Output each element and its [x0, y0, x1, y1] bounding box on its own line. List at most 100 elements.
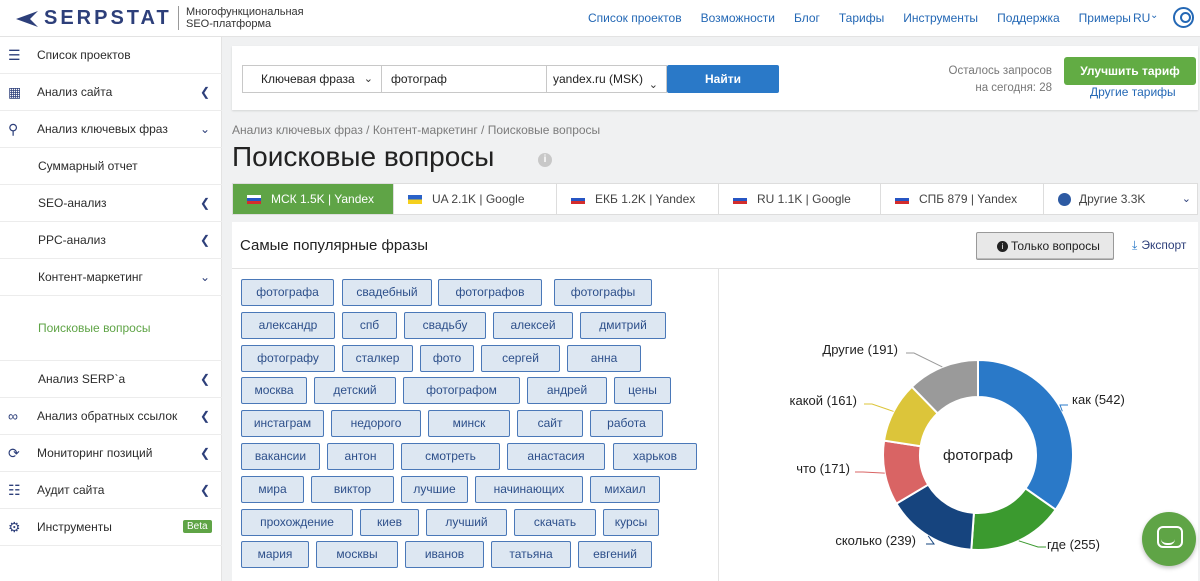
nav-tools[interactable]: Инструменты: [903, 11, 978, 25]
phrase-chip[interactable]: фотографом: [403, 377, 520, 405]
other-plans-link[interactable]: Другие тарифы: [1090, 85, 1176, 99]
phrase-chip[interactable]: мария: [241, 541, 309, 569]
sidebar: ☰ Список проектов ▦ Анализ сайта ❮ ⚲ Анализ …: [0, 37, 222, 581]
phrase-chip[interactable]: дмитрий: [580, 311, 666, 339]
tab-label: ЕКБ 1.2K | Yandex: [595, 192, 696, 206]
language-selector[interactable]: RU: [1133, 11, 1150, 25]
nav-support[interactable]: Поддержка: [997, 11, 1060, 25]
nav-pricing[interactable]: Тарифы: [839, 11, 884, 25]
top-header: SERPSTAT Многофункциональная SEO-платфор…: [0, 0, 1200, 37]
phrase-chip[interactable]: цены: [614, 377, 671, 405]
sidebar-item-backlinks[interactable]: ∞ Анализ обратных ссылок ❮: [0, 398, 222, 435]
phrase-chip[interactable]: спб: [342, 311, 397, 339]
upgrade-plan-button[interactable]: Улучшить тариф: [1064, 57, 1196, 85]
phrase-chip[interactable]: недорого: [331, 410, 421, 438]
phrase-chip[interactable]: москва: [241, 377, 307, 405]
phrase-chip[interactable]: сталкер: [342, 344, 413, 372]
export-button[interactable]: ⤓ Экспорт: [1132, 238, 1186, 253]
slice-leader-line: [855, 471, 885, 474]
phrase-chip[interactable]: фото: [420, 344, 474, 372]
phrase-chip[interactable]: алексей: [493, 311, 573, 339]
phrase-chip[interactable]: фотографов: [438, 279, 542, 306]
sidebar-item-summary[interactable]: Суммарный отчет: [0, 148, 222, 185]
phrase-chip[interactable]: минск: [428, 410, 510, 438]
tagline: Многофункциональная SEO-платформа: [186, 6, 304, 30]
phrase-chip[interactable]: иванов: [405, 541, 484, 569]
search-type-select[interactable]: Ключевая фраза ⌄: [242, 65, 382, 93]
search-engine-select[interactable]: yandex.ru (MSK) ⌄: [546, 65, 667, 93]
breadcrumb[interactable]: Анализ ключевых фраз / Контент-маркетинг…: [232, 123, 600, 137]
phrase-chip[interactable]: инстаграм: [241, 410, 324, 438]
tab-ua-google[interactable]: UA 2.1K | Google: [394, 184, 557, 214]
logo-arrow-icon: [16, 10, 38, 27]
sidebar-item-site-analysis[interactable]: ▦ Анализ сайта ❮: [0, 74, 222, 111]
nav-examples[interactable]: Примеры: [1079, 11, 1131, 25]
phrase-chip[interactable]: фотографу: [241, 344, 335, 372]
chevron-left-icon: ❮: [200, 409, 211, 423]
nav-projects[interactable]: Список проектов: [588, 11, 682, 25]
phrase-chip[interactable]: свадьбу: [404, 311, 486, 339]
tab-msk-yandex[interactable]: МСК 1.5K | Yandex: [233, 184, 394, 214]
phrase-chip[interactable]: мира: [241, 475, 304, 503]
link-icon: ∞: [8, 408, 18, 424]
phrase-chip[interactable]: лучшие: [401, 475, 468, 503]
info-icon[interactable]: i: [538, 153, 552, 167]
tab-ru-google[interactable]: RU 1.1K | Google: [719, 184, 881, 214]
remaining-queries: Осталось запросов на сегодня: 28: [932, 63, 1052, 97]
phrase-chip[interactable]: сайт: [517, 410, 583, 438]
phrase-chip[interactable]: анастасия: [507, 443, 605, 470]
phrase-chip[interactable]: харьков: [613, 443, 697, 470]
tab-ekb-yandex[interactable]: ЕКБ 1.2K | Yandex: [557, 184, 719, 214]
nav-features[interactable]: Возможности: [701, 11, 775, 25]
sidebar-item-label: Аудит сайта: [37, 483, 105, 497]
phrase-chip[interactable]: антон: [327, 443, 394, 470]
sidebar-item-keyword-analysis[interactable]: ⚲ Анализ ключевых фраз ⌄: [0, 111, 222, 148]
sidebar-item-projects[interactable]: ☰ Список проектов: [0, 37, 222, 74]
chevron-down-icon: ⌄: [1181, 193, 1191, 205]
phrase-chip[interactable]: скачать: [514, 508, 596, 536]
phrase-chip[interactable]: евгений: [578, 541, 652, 569]
sidebar-item-serp[interactable]: Анализ SERP`а ❮: [0, 361, 222, 398]
phrase-chip[interactable]: смотреть: [401, 443, 500, 470]
sidebar-item-label: Инструменты: [37, 520, 112, 534]
phrase-chip[interactable]: анна: [567, 344, 641, 372]
find-button[interactable]: Найти: [667, 65, 779, 93]
phrase-chip[interactable]: фотографа: [241, 279, 334, 306]
sidebar-item-ppc[interactable]: PPC-анализ ❮: [0, 222, 222, 259]
phrase-chip[interactable]: татьяна: [491, 541, 571, 569]
sidebar-item-search-questions[interactable]: Поисковые вопросы: [0, 296, 222, 361]
phrase-chip[interactable]: александр: [241, 311, 335, 339]
phrase-chip[interactable]: михаил: [590, 475, 660, 503]
phrase-chip[interactable]: киев: [360, 508, 419, 536]
phrase-chip[interactable]: детский: [314, 377, 396, 405]
sidebar-item-rank-tracking[interactable]: ⟳ Мониторинг позиций ❮: [0, 435, 222, 472]
sidebar-item-content-marketing[interactable]: Контент-маркетинг ⌄: [0, 259, 222, 296]
sidebar-item-label: PPC-анализ: [38, 233, 106, 247]
phrase-chip[interactable]: начинающих: [475, 475, 583, 503]
phrase-chip[interactable]: фотографы: [554, 279, 652, 306]
chat-widget-button[interactable]: [1142, 512, 1196, 566]
chevron-down-icon[interactable]: ⌄: [1150, 10, 1158, 21]
phrase-chip[interactable]: сергей: [481, 344, 560, 372]
phrase-chip[interactable]: москвы: [316, 541, 398, 569]
phrase-chip[interactable]: вакансии: [241, 443, 320, 470]
phrase-chip[interactable]: лучший: [426, 508, 507, 536]
nav-blog[interactable]: Блог: [794, 11, 820, 25]
phrase-chip[interactable]: работа: [590, 410, 663, 438]
keyword-input[interactable]: фотограф: [381, 65, 547, 93]
only-questions-label: Только вопросы: [1011, 239, 1100, 253]
phrase-chip[interactable]: прохождение: [241, 508, 353, 536]
user-icon[interactable]: [1173, 7, 1194, 28]
tab-other[interactable]: Другие 3.3K ⌄: [1044, 184, 1197, 214]
tab-spb-yandex[interactable]: СПБ 879 | Yandex: [881, 184, 1044, 214]
sidebar-item-tools[interactable]: ⚙ Инструменты Beta: [0, 509, 222, 546]
phrase-chip[interactable]: свадебный: [342, 279, 432, 306]
ukraine-flag-icon: [408, 194, 422, 204]
sidebar-item-site-audit[interactable]: ☷ Аудит сайта ❮: [0, 472, 222, 509]
phrase-chip[interactable]: андрей: [527, 377, 607, 405]
only-questions-button[interactable]: i Только вопросы: [976, 232, 1114, 260]
phrase-chip[interactable]: виктор: [311, 475, 394, 503]
serpstat-logo[interactable]: SERPSTAT: [16, 7, 172, 30]
sidebar-item-seo[interactable]: SEO-анализ ❮: [0, 185, 222, 222]
phrase-chip[interactable]: курсы: [603, 508, 659, 536]
